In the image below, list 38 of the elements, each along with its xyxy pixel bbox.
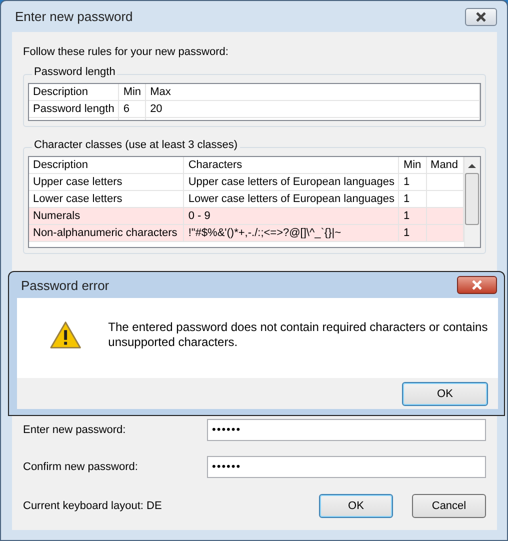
field-label: Confirm new password: [23,461,139,473]
table-cell: Upper case letters of European languages [184,174,399,190]
column-header: Description [29,157,184,174]
password-field[interactable]: •••••• [207,419,486,441]
window-title: Password error [21,278,110,292]
password-field[interactable]: •••••• [207,456,486,478]
column-header: Min [118,84,146,100]
window-title: Enter new password [15,9,133,24]
error-message: The entered password does not contain required characters or contains unsupported characters. [108,320,489,350]
table-cell: 1 [398,224,426,242]
ok-button[interactable]: OK [402,382,488,406]
close-icon [474,12,488,22]
table-cell: 1 [398,174,426,190]
field-label: Enter new password: [23,424,127,436]
close-button[interactable] [457,276,497,294]
column-header: Mand [426,157,464,174]
close-button[interactable] [465,8,497,26]
keyboard-layout-text: Current keyboard layout: DE [23,500,163,512]
table-cell: Upper case letters [29,174,184,190]
table-cell: 6 [118,100,146,118]
group-title: Password length [32,66,118,78]
ok-button[interactable]: OK [319,494,393,518]
scrollbar[interactable] [464,157,480,247]
column-header: Description [29,84,119,100]
instruction-text: Follow these rules for your new password: [23,46,230,58]
column-header: Min [398,157,426,174]
group-title: Character classes (use at least 3 classes) [32,139,240,151]
column-header: Characters [184,157,399,174]
table-cell: Password length [29,100,119,118]
table-cell: !"#$%&'()*+,-./:;<=>?@[]\^_`{}|~ [184,224,399,242]
table-cell: Non-alphanumeric characters [29,224,184,242]
column-header: Max [146,84,480,100]
warning-icon [49,320,82,350]
table-cell: 20 [146,100,480,118]
scroll-thumb[interactable] [465,173,480,225]
cancel-button[interactable]: Cancel [412,494,486,518]
scroll-up-icon [468,163,476,169]
close-icon [470,280,484,290]
